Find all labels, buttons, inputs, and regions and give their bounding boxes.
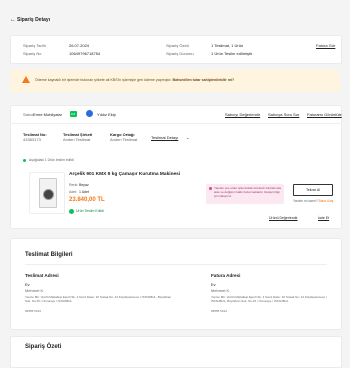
product-image[interactable] xyxy=(29,172,65,214)
help-text-prefix: Yardım mı lazım? xyxy=(293,199,319,203)
back-arrow-icon[interactable]: ← xyxy=(10,16,16,24)
delivery-card: Satıcı: Emre Mobilyalar 9.6 Yıldız Ekip … xyxy=(10,105,342,229)
product-price: 23.840,00 TL xyxy=(69,197,105,203)
rate-seller-link[interactable]: Satıcıyı Değerlendir xyxy=(225,112,260,117)
warning-banner: Ödeme kaynaklı bir işlemde bulunan şirke… xyxy=(10,70,340,92)
product-qty-label: Adet: xyxy=(69,190,78,194)
order-summary-value: 1 Teslimat, 1 Ürün xyxy=(211,43,244,48)
warning-emphasis: Bahsedilen tutar sahiplenilebilir mi? xyxy=(172,78,235,82)
check-circle-icon xyxy=(69,209,74,214)
order-no-value: 10649796718754 xyxy=(69,51,101,56)
order-status-label: Sipariş Durumu xyxy=(166,51,194,56)
billing-address-phone: 05555 5414 xyxy=(211,309,227,313)
warning-message: Ödeme kaynaklı bir işlemde bulunan şirke… xyxy=(35,78,173,82)
page-title: Sipariş Detayı xyxy=(17,17,51,23)
billing-address-line: Yenice Mh. Vezirli Mahalleşi Eşrefi Sk. … xyxy=(211,295,327,303)
seller-score: 9.6 xyxy=(71,111,76,116)
help-text: Yardım mı lazım? Bana Ulaş xyxy=(293,199,333,204)
tracking-detail-link[interactable]: Teslimat Detayı xyxy=(151,135,178,140)
seller-name[interactable]: Emre Mobilyalar xyxy=(33,112,62,117)
order-summary-footer-card: Sipariş Özeti xyxy=(10,336,342,368)
buy-again-label: Tekrar Al xyxy=(306,187,320,192)
order-date-value: 26.07.2024 xyxy=(69,43,90,48)
return-info-text: Yapılan pre-order işlemindeki ürünlerin … xyxy=(214,186,281,198)
product-color-value: Beyaz xyxy=(79,183,89,187)
order-summary-label: Sipariş Özeti xyxy=(166,43,189,48)
order-status-value: 1 Ürün Teslim edilmiştir xyxy=(211,51,253,56)
shipping-address-person: Mehmet K. xyxy=(25,288,45,293)
product-qty-value: 1 Adet xyxy=(79,190,89,194)
rate-product-link[interactable]: Ürünü Değerlendir xyxy=(269,216,298,221)
chevron-down-icon[interactable]: ⌄ xyxy=(186,135,189,140)
cargo-partner-value: Anden Teslimat xyxy=(110,137,138,142)
return-info-box: Yapılan pre-order işlemindeki ürünlerin … xyxy=(206,184,284,204)
delivered-status: Ürün Teslim Edildi xyxy=(76,209,104,213)
buy-again-button[interactable]: Tekrar Al xyxy=(293,184,333,196)
shipping-address-title: Teslimat Adresi xyxy=(25,273,59,278)
order-date-label: Sipariş Tarihi xyxy=(23,43,46,48)
invoice-link[interactable]: Fatura Gör xyxy=(316,43,335,48)
shipping-address-line: Yenice Mh. Vezirli Mahalleşi Eşrefi Sk. … xyxy=(25,295,172,303)
billing-address-title: Fatura Adresi xyxy=(211,273,241,278)
product-color-label: Renk: xyxy=(69,183,79,187)
seller-row: Satıcı: Emre Mobilyalar 9.6 Yıldız Ekip … xyxy=(11,106,342,124)
ask-seller-link[interactable]: Satıcıya Soru Sor xyxy=(268,112,299,117)
return-product-link[interactable]: İade Et xyxy=(318,216,329,221)
info-icon xyxy=(209,187,212,190)
warning-text: Ödeme kaynaklı bir işlemde bulunan şirke… xyxy=(35,78,234,83)
delivery-company-value: Anden Teslimat xyxy=(63,137,91,142)
billing-address-person: Mehmet K. xyxy=(211,288,231,293)
billing-address-name: Ev xyxy=(211,282,216,287)
product-name[interactable]: Arçelik 901 KMX 9 kg Çamaşır Kurutma Mak… xyxy=(69,172,180,178)
dryer-machine-icon xyxy=(39,178,57,208)
order-summary-card: Sipariş Tarihi 26.07.2024 Sipariş No 106… xyxy=(10,35,342,64)
success-dot-icon xyxy=(23,159,26,162)
view-invoice-link[interactable]: Faturamı Görüntüle xyxy=(307,112,342,117)
order-no-label: Sipariş No xyxy=(23,51,42,56)
divider xyxy=(25,264,327,265)
seller-badge-label: Yıldız Ekip xyxy=(97,112,116,117)
help-contact-link[interactable]: Bana Ulaş xyxy=(319,199,334,203)
shipping-address-phone: 05555 5414 xyxy=(25,309,41,313)
delivery-info-title: Teslimat Bilgileri xyxy=(25,252,73,258)
shipping-address-name: Ev xyxy=(25,282,30,287)
delivered-note: Aşağıdaki 1 Ürün teslim edildi xyxy=(29,158,74,162)
warning-triangle-icon xyxy=(22,76,30,83)
delivery-info-card: Teslimat Bilgileri Teslimat Adresi Ev Me… xyxy=(10,238,342,330)
delivery-no-value: 43383173 xyxy=(23,137,41,142)
seller-badge-icon xyxy=(86,110,93,117)
